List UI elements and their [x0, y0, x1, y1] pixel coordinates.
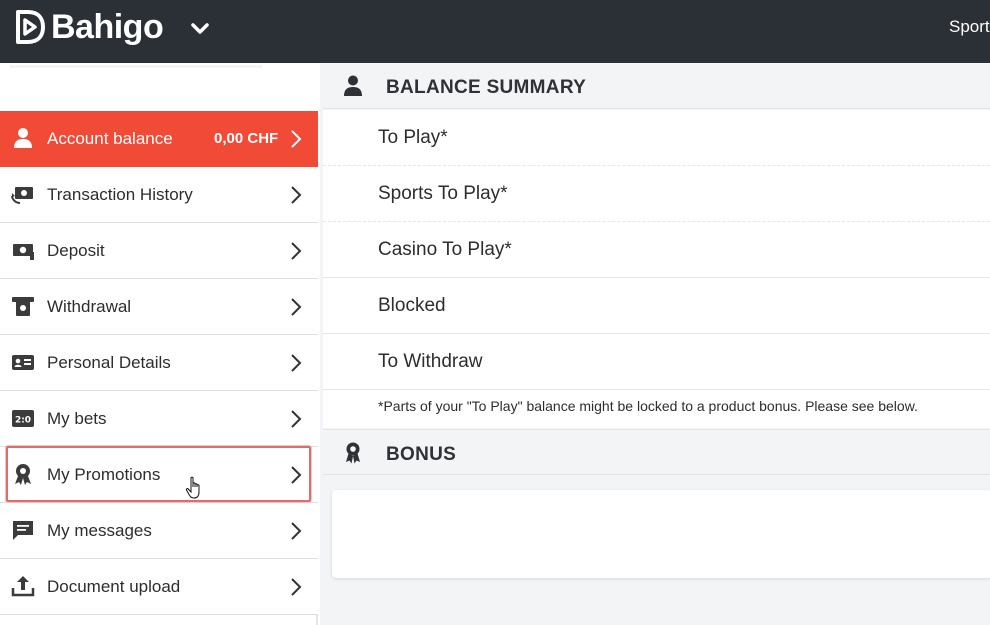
sidebar-item-withdrawal[interactable]: Withdrawal	[0, 279, 318, 335]
user-icon	[14, 128, 32, 148]
award-ribbon-icon	[15, 464, 31, 485]
sidebar-item-transaction-history[interactable]: Transaction History	[0, 167, 318, 223]
sidebar-item-account-balance[interactable]: Account balance 0,00 CHF	[0, 111, 318, 167]
brand-logo[interactable]: Bahigo	[15, 8, 164, 46]
bonus-card	[332, 490, 990, 578]
balance-row-sports-to-play: Sports To Play*	[323, 166, 990, 222]
chevron-right-icon	[291, 130, 302, 148]
footnote-text: *Parts of your "To Play" balance might b…	[378, 398, 918, 414]
sidebar-item-label: Account balance	[47, 129, 173, 148]
sidebar-item-document-upload[interactable]: Document upload	[0, 559, 318, 615]
chevron-right-icon	[291, 186, 302, 204]
balance-summary-list: To Play* Sports To Play* Casino To Play*…	[323, 110, 990, 390]
atm-withdrawal-icon	[12, 297, 34, 316]
svg-text:2:0: 2:0	[15, 416, 31, 426]
chevron-right-icon	[291, 578, 302, 596]
user-icon	[344, 75, 362, 96]
sidebar-item-personal-details[interactable]: Personal Details	[0, 335, 318, 391]
balance-row-casino-to-play: Casino To Play*	[323, 222, 990, 278]
sidebar-item-label: My Promotions	[47, 465, 161, 484]
sidebar-item-label: Withdrawal	[47, 297, 132, 316]
bahigo-logo-icon	[16, 10, 45, 44]
chevron-right-icon	[291, 298, 302, 316]
balance-row-label: To Play*	[378, 127, 448, 148]
scoreboard-icon: 2:0	[12, 410, 34, 427]
balance-amount: 0,00 CHF	[214, 130, 279, 147]
id-card-icon	[12, 355, 34, 370]
money-deposit-icon	[13, 244, 34, 260]
money-history-icon	[11, 187, 33, 205]
balance-row-label: Casino To Play*	[378, 239, 512, 260]
sidebar-item-label: Document upload	[47, 577, 181, 596]
sidebar-item-my-promotions[interactable]: My Promotions	[0, 447, 318, 503]
sidebar-item-label: My messages	[47, 521, 152, 540]
sidebar-item-deposit[interactable]: Deposit	[0, 223, 318, 279]
sidebar-item-label: My bets	[47, 409, 107, 428]
award-ribbon-icon	[346, 442, 360, 464]
sidebar-item-label: Transaction History	[47, 185, 193, 204]
balance-row-to-withdraw: To Withdraw	[323, 334, 990, 390]
upload-icon	[11, 576, 35, 597]
account-menu: Account balance 0,00 CHF Transaction His…	[0, 111, 318, 615]
brand-name: Bahigo	[51, 8, 164, 46]
chevron-right-icon	[291, 410, 302, 428]
sidebar-item-my-messages[interactable]: My messages	[0, 503, 318, 559]
account-sidebar: Account balance 0,00 CHF Transaction His…	[0, 63, 318, 625]
balance-row-blocked: Blocked	[323, 278, 990, 334]
sidebar-item-label: Deposit	[47, 241, 105, 260]
balance-summary-header: BALANCE SUMMARY	[323, 63, 990, 109]
hand-cursor-icon	[185, 476, 200, 499]
chevron-down-icon[interactable]	[186, 14, 214, 42]
balance-row-label: Sports To Play*	[378, 183, 508, 204]
nav-item-sport[interactable]: Sport	[949, 17, 990, 37]
top-navigation-bar: Bahigo Sport	[0, 0, 990, 63]
main-content: BALANCE SUMMARY To Play* Sports To Play*…	[320, 63, 990, 625]
sidebar-divider	[10, 65, 262, 68]
chevron-right-icon	[291, 242, 302, 260]
chevron-right-icon	[291, 466, 302, 484]
chevron-right-icon	[291, 522, 302, 540]
balance-footnote: *Parts of your "To Play" balance might b…	[323, 390, 990, 428]
bonus-header: BONUS	[323, 429, 990, 475]
sidebar-item-my-bets[interactable]: 2:0 My bets	[0, 391, 318, 447]
balance-row-label: To Withdraw	[378, 351, 483, 372]
chat-bubble-icon	[13, 521, 33, 540]
section-title: BONUS	[386, 444, 457, 465]
section-title: BALANCE SUMMARY	[386, 77, 587, 98]
sidebar-item-label: Personal Details	[47, 353, 171, 372]
sidebar-top-spacer	[0, 63, 318, 111]
balance-row-to-play: To Play*	[323, 110, 990, 166]
balance-row-label: Blocked	[378, 295, 446, 316]
chevron-right-icon	[291, 354, 302, 372]
